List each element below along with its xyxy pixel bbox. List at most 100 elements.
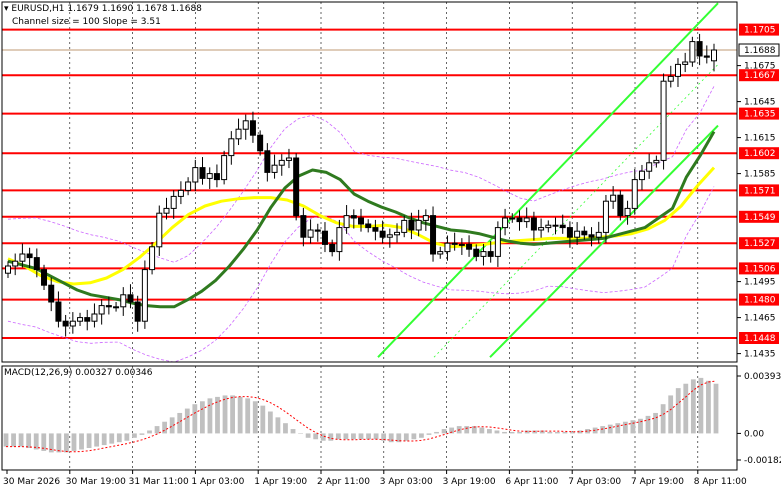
candle-body [163, 207, 170, 214]
macd-histogram-bar [230, 395, 235, 434]
macd-histogram-bar [147, 430, 152, 434]
candle-body [559, 224, 566, 229]
candle-body [516, 217, 523, 223]
level-label: 1.1480 [744, 296, 776, 306]
candle-body [682, 61, 689, 65]
candle-body [91, 313, 98, 322]
candle-body [185, 181, 192, 191]
candle-body [329, 243, 336, 253]
candle-body [674, 63, 681, 77]
macd-histogram-bar [706, 380, 711, 434]
candle-body [437, 251, 444, 255]
macd-histogram-bar [328, 433, 334, 441]
macd-histogram-bar [298, 433, 303, 434]
y-tick-label: 1.1645 [744, 98, 776, 108]
macd-histogram-bar [94, 433, 100, 447]
macd-histogram-bar [713, 383, 719, 434]
candle-body [502, 217, 509, 229]
candle-body [451, 242, 458, 245]
candle-body [149, 246, 156, 271]
candle-body [552, 224, 559, 227]
y-tick-label: 1.1585 [744, 170, 776, 180]
macd-histogram-bar [56, 433, 62, 453]
x-tick-label: 7 Apr 19:00 [631, 477, 684, 487]
macd-histogram-bar [487, 429, 492, 434]
x-tick-label: 1 Apr 19:00 [254, 477, 307, 487]
level-label: 1.1667 [744, 71, 776, 81]
macd-histogram-bar [267, 411, 273, 434]
x-tick-label: 7 Apr 03:00 [568, 477, 621, 487]
candle-body [545, 224, 552, 229]
macd-histogram-bar [18, 433, 24, 447]
macd-histogram-bar [192, 404, 198, 434]
candle-body [278, 159, 285, 166]
candle-body [509, 217, 516, 220]
candle-body [249, 120, 256, 136]
y-tick-label: 1.1435 [744, 350, 776, 360]
macd-histogram-bar [207, 398, 213, 434]
macd-histogram-bar [116, 433, 122, 443]
macd-histogram-bar [351, 433, 356, 440]
candle-body [566, 227, 573, 238]
macd-y-tick-label: -0.00182 [744, 456, 781, 466]
candle-body [300, 215, 307, 238]
candle-body [33, 257, 40, 271]
candle-body [228, 138, 235, 157]
macd-histogram-bar [607, 424, 613, 434]
candle-body [523, 217, 530, 223]
macd-histogram-bar [109, 433, 115, 444]
macd-histogram-bar [283, 423, 288, 434]
y-tick-label: 1.1615 [744, 134, 776, 144]
level-label: 1.1635 [744, 110, 776, 120]
candle-body [62, 320, 69, 327]
candle-body [48, 284, 55, 303]
macd-histogram-bar [622, 421, 628, 434]
candle-body [394, 231, 401, 236]
macd-histogram-bar [252, 401, 258, 434]
macd-histogram-bar [517, 431, 523, 434]
macd-histogram-bar [502, 431, 507, 434]
candle-body [530, 217, 537, 231]
x-tick-label: 30 Mar 19:00 [66, 477, 126, 487]
current-price-label: 1.1688 [744, 46, 776, 56]
macd-histogram-bar [660, 404, 666, 434]
candle-body [624, 207, 631, 217]
candle-body [206, 173, 213, 179]
candle-body [386, 234, 393, 238]
macd-histogram-bar [554, 431, 560, 434]
candle-body [314, 229, 321, 232]
level-label: 1.1549 [744, 213, 776, 223]
candle-body [473, 248, 480, 257]
candle-body [264, 150, 271, 173]
candle-body [120, 294, 127, 308]
candle-body [293, 157, 300, 217]
macd-histogram-bar [245, 398, 251, 434]
macd-histogram-bar [132, 433, 137, 438]
level-label: 1.1705 [744, 26, 776, 36]
macd-histogram-bar [222, 395, 228, 434]
y-tick-label: 1.1675 [744, 62, 776, 72]
macd-histogram-bar [124, 433, 130, 441]
macd-histogram-bar [305, 433, 311, 438]
x-tick-label: 31 Mar 11:00 [129, 477, 189, 487]
x-tick-label: 8 Apr 11:00 [694, 477, 747, 487]
candle-body [242, 120, 249, 130]
candle-body [134, 301, 141, 322]
channel-info: Channel size = 100 Slope = 3.51 [12, 17, 161, 27]
x-tick-label: 3 Apr 03:00 [380, 477, 433, 487]
macd-histogram-bar [275, 417, 281, 434]
candle-body [696, 41, 703, 57]
macd-histogram-bar [162, 421, 168, 434]
macd-histogram-bar [79, 433, 84, 450]
candle-body [350, 215, 357, 219]
candle-body [379, 230, 386, 238]
macd-histogram-bar [615, 423, 621, 434]
macd-histogram-bar [139, 433, 145, 435]
candle-body [12, 260, 19, 267]
macd-histogram-bar [199, 401, 205, 434]
macd-histogram-bar [184, 408, 190, 434]
candle-body [617, 194, 624, 217]
x-tick-label: 2 Apr 11:00 [317, 477, 370, 487]
macd-histogram-bar [479, 427, 485, 434]
candle-body [703, 55, 710, 58]
